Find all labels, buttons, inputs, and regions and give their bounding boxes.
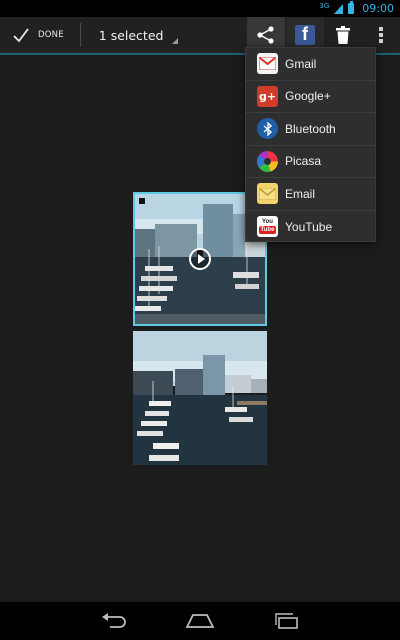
trash-icon bbox=[336, 26, 350, 44]
bluetooth-icon bbox=[257, 118, 278, 140]
share-option-label: Picasa bbox=[285, 154, 322, 169]
back-icon bbox=[102, 613, 126, 628]
checkmark-icon bbox=[13, 28, 29, 43]
home-button[interactable] bbox=[179, 606, 221, 636]
share-option-gmail[interactable]: Gmail bbox=[246, 48, 375, 81]
gmail-icon bbox=[257, 53, 278, 75]
overflow-menu-icon bbox=[379, 27, 383, 43]
share-option-bluetooth[interactable]: Bluetooth bbox=[246, 113, 375, 146]
done-label: DONE bbox=[38, 30, 64, 40]
done-button[interactable]: DONE bbox=[0, 17, 72, 53]
email-icon bbox=[257, 183, 278, 205]
share-icon bbox=[257, 26, 274, 44]
system-navigation-bar bbox=[0, 602, 400, 640]
share-option-label: Email bbox=[285, 186, 316, 201]
back-button[interactable] bbox=[93, 606, 135, 636]
status-bar: 3G 09:00 bbox=[0, 0, 400, 17]
harbor-photo-image bbox=[133, 331, 267, 465]
recent-apps-icon bbox=[275, 613, 298, 629]
selection-marker-icon bbox=[139, 198, 145, 204]
share-option-email[interactable]: Email bbox=[246, 178, 375, 211]
play-icon bbox=[189, 248, 211, 270]
photo-thumbnail[interactable] bbox=[133, 331, 267, 465]
share-option-label: Gmail bbox=[285, 56, 317, 71]
network-type-label: 3G bbox=[319, 1, 330, 10]
selection-count-label: 1 selected bbox=[98, 27, 164, 43]
signal-icon bbox=[334, 3, 344, 14]
share-option-google-plus[interactable]: g+ Google+ bbox=[246, 81, 375, 113]
recent-apps-button[interactable] bbox=[265, 606, 307, 636]
status-clock: 09:00 bbox=[362, 2, 394, 15]
google-plus-icon: g+ bbox=[257, 85, 278, 107]
battery-icon bbox=[348, 1, 355, 14]
share-menu-popup: Gmail g+ Google+ Bluetooth Picasa Email … bbox=[245, 47, 376, 242]
share-option-label: YouTube bbox=[285, 219, 333, 234]
share-option-label: Google+ bbox=[285, 89, 331, 104]
share-option-label: Bluetooth bbox=[285, 121, 336, 136]
share-option-youtube[interactable]: You Tube YouTube bbox=[246, 211, 375, 244]
share-option-picasa[interactable]: Picasa bbox=[246, 146, 375, 178]
youtube-icon: You Tube bbox=[257, 216, 278, 238]
home-icon bbox=[186, 614, 214, 628]
picasa-icon bbox=[257, 150, 278, 172]
facebook-icon: f bbox=[295, 25, 315, 45]
action-bar-divider bbox=[79, 23, 81, 47]
dropdown-corner-icon bbox=[172, 38, 179, 44]
selection-dropdown[interactable]: 1 selected bbox=[91, 17, 188, 53]
